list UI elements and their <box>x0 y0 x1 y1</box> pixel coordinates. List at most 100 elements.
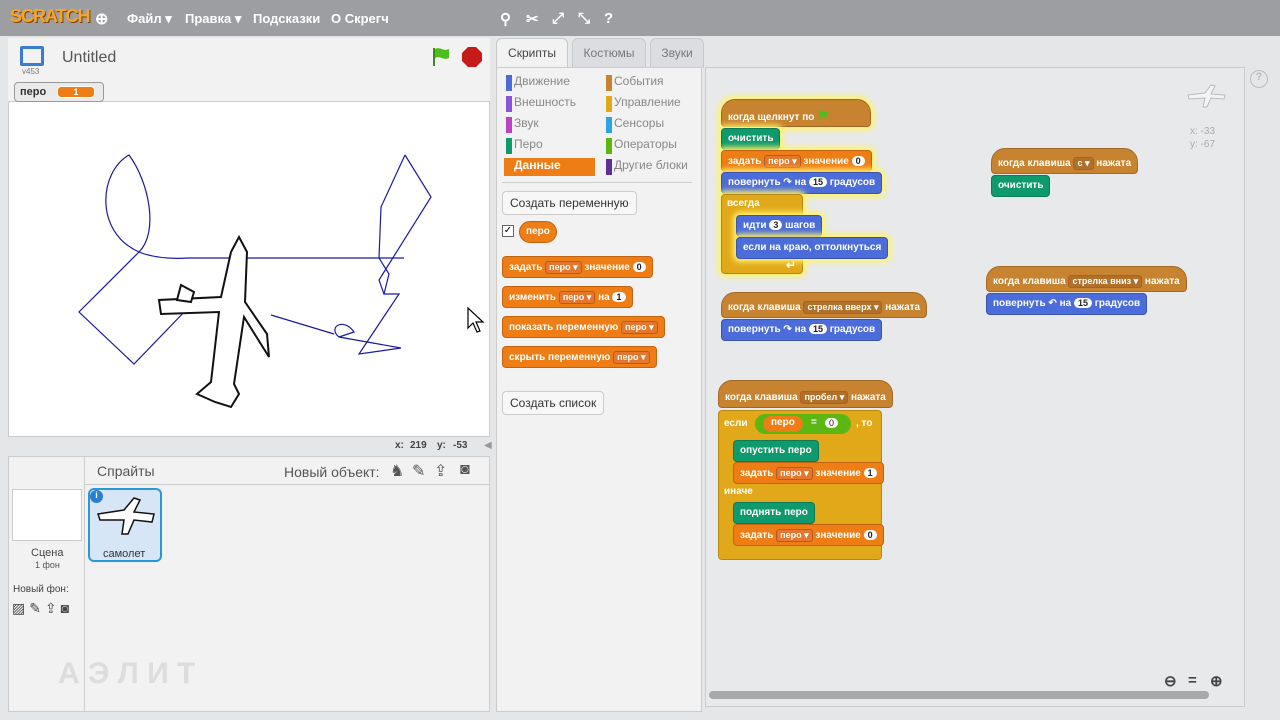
paint-brush-icon[interactable]: ✎ <box>412 461 425 481</box>
scratch-logo[interactable]: SCRATCH <box>10 6 91 27</box>
bounce-block[interactable]: если на краю, оттолкнуться <box>736 237 889 259</box>
watermark-text: А Э Л И Т <box>58 657 196 690</box>
clear-block[interactable]: очистить <box>721 128 781 150</box>
menu-tips[interactable]: Подсказки <box>253 11 320 26</box>
category-operators[interactable]: Операторы <box>604 137 677 155</box>
menu-edit[interactable]: Правка ▾ <box>185 11 241 27</box>
zoom-reset-icon[interactable]: = <box>1188 672 1197 689</box>
monitor-name: перо <box>20 86 47 98</box>
pen-down-block[interactable]: опустить перо <box>733 440 819 462</box>
else-label: иначе <box>724 486 753 497</box>
turn-left-block[interactable]: повернуть ↶ на 15 градусов <box>986 293 1148 315</box>
divider <box>85 484 490 485</box>
when-key-down-block[interactable]: когда клавиша стрелка вниз ▾ нажата <box>986 266 1187 292</box>
set-variable-block[interactable]: задать перо ▾ значение 0 <box>733 524 884 546</box>
camera-icon[interactable]: ◙ <box>460 461 470 479</box>
zoom-out-icon[interactable]: ⊖ <box>1164 672 1177 690</box>
show-variable-block[interactable]: показать переменную перо ▾ <box>502 316 665 338</box>
collapse-stage-icon[interactable]: ◀ <box>484 440 492 451</box>
tab-sounds[interactable]: Звуки <box>650 38 704 68</box>
when-key-space-block[interactable]: когда клавиша пробел ▾ нажата <box>718 380 893 408</box>
rotate-ccw-icon: ↶ <box>1048 298 1057 309</box>
category-looks[interactable]: Внешность <box>504 95 576 113</box>
set-variable-block[interactable]: задать перо ▾ значение 0 <box>721 150 872 172</box>
pen-up-block[interactable]: поднять перо <box>733 502 815 524</box>
duplicate-icon[interactable]: ⚲ <box>500 10 511 28</box>
stage-thumbnail[interactable] <box>12 489 82 541</box>
version-label: v453 <box>22 67 40 76</box>
category-pen[interactable]: Перо <box>504 137 543 155</box>
category-sound[interactable]: Звук <box>504 116 539 134</box>
forever-label: всегда <box>727 198 760 209</box>
then-label: , то <box>856 418 873 429</box>
sprite-y-readout: y: -67 <box>1190 139 1216 150</box>
compare-value[interactable]: 0 <box>825 418 839 428</box>
fullscreen-icon[interactable] <box>20 46 44 66</box>
make-variable-button[interactable]: Создать переменную <box>502 191 637 215</box>
turn-right-block[interactable]: повернуть ↷ на 15 градусов <box>721 172 883 194</box>
backdrop-tools-icon[interactable]: ▨✎⇪◙ <box>12 600 73 617</box>
mouse-x-label: x: <box>395 440 404 451</box>
sprite-preview-icon <box>1187 84 1226 108</box>
project-title[interactable]: Untitled <box>62 49 116 67</box>
new-backdrop-label: Новый фон: <box>13 584 69 595</box>
turn-right-block[interactable]: повернуть ↷ на 15 градусов <box>721 319 883 341</box>
when-key-up-block[interactable]: когда клавиша стрелка вверх ▾ нажата <box>721 292 928 318</box>
category-control[interactable]: Управление <box>604 95 681 113</box>
cut-icon[interactable]: ✂ <box>526 10 539 28</box>
rotate-cw-icon: ↷ <box>783 324 792 335</box>
change-variable-block[interactable]: изменить перо ▾ на 1 <box>502 286 633 308</box>
mouse-y-value: -53 <box>453 440 468 451</box>
make-list-button[interactable]: Создать список <box>502 391 605 415</box>
zoom-in-icon[interactable]: ⊕ <box>1210 672 1223 690</box>
help-icon[interactable]: ? <box>604 10 613 27</box>
scene-sub: 1 фон <box>35 560 60 570</box>
airplane-thumb-icon <box>97 497 155 535</box>
rotate-cw-icon: ↷ <box>783 177 792 188</box>
category-events[interactable]: События <box>604 74 664 92</box>
if-label: если <box>724 418 748 429</box>
monitor-value: 1 <box>57 86 95 98</box>
move-steps-block[interactable]: идти 3 шагов <box>736 215 823 237</box>
sprite-x-readout: x: -33 <box>1190 126 1216 137</box>
scene-label: Сцена <box>31 547 64 559</box>
sprite-name: самолет <box>103 548 146 560</box>
menu-about[interactable]: О Скрегч <box>331 11 389 26</box>
category-motion[interactable]: Движение <box>504 74 570 92</box>
when-key-c-block[interactable]: когда клавиша с ▾ нажата <box>991 148 1139 174</box>
stop-icon[interactable] <box>461 46 483 68</box>
mouse-x-value: 219 <box>410 440 427 451</box>
clear-block[interactable]: очистить <box>991 175 1051 197</box>
globe-icon[interactable]: ⊕ <box>95 9 108 29</box>
category-more-blocks[interactable]: Другие блоки <box>604 158 688 176</box>
menu-file[interactable]: Файл ▾ <box>127 11 172 27</box>
variable-reporter[interactable]: перо <box>763 416 803 432</box>
sprites-header: Спрайты <box>97 463 155 479</box>
right-gutter <box>1245 67 1270 707</box>
new-sprite-label: Новый объект: <box>284 464 380 480</box>
help-icon[interactable]: ? <box>1250 70 1268 88</box>
tab-costumes[interactable]: Костюмы <box>572 38 646 68</box>
divider <box>502 182 692 183</box>
mouse-cursor-icon <box>467 306 485 333</box>
grow-icon[interactable]: ⤢ <box>552 10 564 27</box>
horizontal-scrollbar[interactable] <box>709 691 1209 699</box>
set-variable-block[interactable]: задать перо ▾ значение 1 <box>733 462 884 484</box>
mouse-y-label: y: <box>437 440 446 451</box>
category-data[interactable]: Данные <box>504 158 595 176</box>
shrink-icon[interactable]: ⤡ <box>578 10 590 27</box>
category-sensing[interactable]: Сенсоры <box>604 116 664 134</box>
variable-reporter[interactable]: перо <box>519 221 557 243</box>
hide-variable-block[interactable]: скрыть переменную перо ▾ <box>502 346 657 368</box>
set-variable-block[interactable]: задать перо ▾ значение 0 <box>502 256 653 278</box>
sprite-library-icon[interactable]: ♞ <box>390 461 404 481</box>
loop-arrow-icon: ↵ <box>786 258 797 272</box>
airplane-sprite <box>157 234 270 409</box>
tab-scripts[interactable]: Скрипты <box>496 38 568 68</box>
green-flag-icon[interactable] <box>430 46 452 68</box>
upload-icon[interactable]: ⇪ <box>434 461 447 481</box>
when-flag-clicked-block[interactable]: когда щелкнут по ⚑ <box>721 99 871 127</box>
variable-checkbox[interactable]: ✓ <box>502 225 514 237</box>
pen-drawing <box>78 154 432 409</box>
variable-monitor: перо 1 <box>14 82 104 102</box>
